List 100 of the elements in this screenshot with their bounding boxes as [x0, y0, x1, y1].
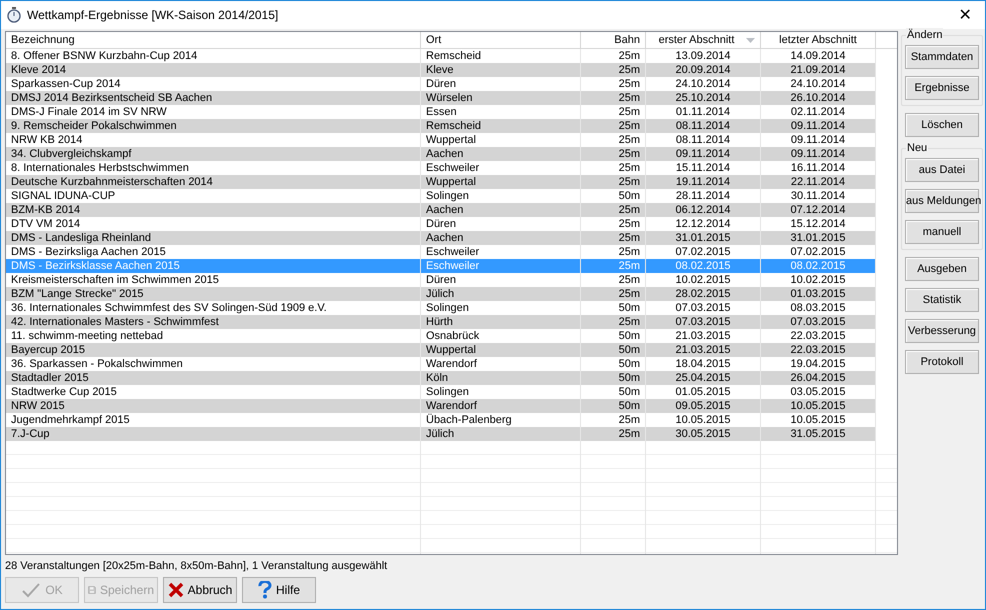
side-button[interactable]: Protokoll [905, 350, 979, 374]
footer-button[interactable]: Abbruch [163, 577, 237, 603]
table-cell: 25m [581, 91, 646, 105]
table-row[interactable]: Deutsche Kurzbahnmeisterschaften 2014 Wuppertal 25m 19.11.2014 22.11.2014 [6, 175, 897, 189]
side-button[interactable]: Statistik [905, 288, 979, 312]
side-button[interactable]: aus Meldungen [905, 189, 979, 213]
check-icon [21, 582, 42, 598]
table-cell: DMS - Bezirksklasse Aachen 2015 [6, 259, 421, 273]
table-cell: Jülich [421, 427, 581, 441]
table-cell: Eschweiler [421, 259, 581, 273]
table-cell: 07.12.2014 [761, 203, 876, 217]
table-row[interactable]: Stadtadler 2015 Köln 50m 25.04.2015 26.04.2015 [6, 371, 897, 385]
table-row[interactable]: NRW 2015 Warendorf 50m 09.05.2015 10.05.2015 [6, 399, 897, 413]
footer-button[interactable]: Hilfe [242, 577, 316, 603]
table-cell: 42. Internationales Masters - Schwimmfest [6, 315, 421, 329]
table-cell: 07.03.2015 [761, 315, 876, 329]
table-row[interactable]: 34. Clubvergleichskampf Aachen 25m 09.11.2014 09.11.2014 [6, 147, 897, 161]
side-button[interactable]: manuell [905, 220, 979, 244]
table-cell: 09.11.2014 [761, 147, 876, 161]
side-button[interactable]: aus Datei [905, 158, 979, 182]
status-text: 28 Veranstaltungen [20x25m-Bahn, 8x50m-Bahn], 1 Veranstaltung ausgewählt [5, 559, 388, 573]
table-cell: Aachen [421, 203, 581, 217]
table-cell: 08.02.2015 [646, 259, 761, 273]
table-cell: 25m [581, 259, 646, 273]
side-button[interactable]: Stammdaten [905, 45, 979, 69]
table-row[interactable]: 7.J-Cup Jülich 25m 30.05.2015 31.05.2015 [6, 427, 897, 441]
table-cell: 26.04.2015 [761, 371, 876, 385]
table-cell: Wuppertal [421, 175, 581, 189]
column-header[interactable]: Bahn [581, 32, 646, 49]
table-cell: BZM-KB 2014 [6, 203, 421, 217]
window-title: Wettkampf-Ergebnisse [WK-Saison 2014/2015] [27, 8, 280, 22]
table-row[interactable]: Bayercup 2015 Wuppertal 50m 21.03.2015 22.03.2015 [6, 343, 897, 357]
column-header[interactable]: letzter Abschnitt [761, 32, 876, 49]
table-cell: 09.11.2014 [761, 119, 876, 133]
table-cell: 34. Clubvergleichskampf [6, 147, 421, 161]
table-cell: Bayercup 2015 [6, 343, 421, 357]
table-cell: 10.05.2015 [761, 399, 876, 413]
table-row[interactable]: BZM-KB 2014 Aachen 25m 06.12.2014 07.12.2014 [6, 203, 897, 217]
table-cell: 25m [581, 119, 646, 133]
table-row[interactable]: 42. Internationales Masters - Schwimmfest Hürth 25m 07.03.2015 07.03.2015 [6, 315, 897, 329]
table-row[interactable]: DMSJ 2014 Bezirksentscheid SB Aachen Würselen 25m 25.10.2014 26.10.2014 [6, 91, 897, 105]
table-cell: 30.05.2015 [646, 427, 761, 441]
table-cell: Aachen [421, 231, 581, 245]
table-cell: Kleve 2014 [6, 63, 421, 77]
table-cell: 08.11.2014 [646, 119, 761, 133]
table-cell: 25.04.2015 [646, 371, 761, 385]
table-cell: 08.02.2015 [761, 259, 876, 273]
table-cell: Würselen [421, 91, 581, 105]
table-cell: Deutsche Kurzbahnmeisterschaften 2014 [6, 175, 421, 189]
table-cell: 31.01.2015 [646, 231, 761, 245]
table-cell: 06.12.2014 [646, 203, 761, 217]
column-header[interactable]: Ort [421, 32, 581, 49]
question-mark-icon [258, 581, 272, 599]
table-cell: 22.11.2014 [761, 175, 876, 189]
side-button[interactable]: Ergebnisse [905, 76, 979, 100]
table-cell: 25m [581, 147, 646, 161]
stopwatch-icon [7, 7, 21, 23]
column-header[interactable]: erster Abschnitt [646, 32, 761, 49]
table-cell: 07.03.2015 [646, 315, 761, 329]
table-cell: 25m [581, 315, 646, 329]
table-cell: 26.10.2014 [761, 91, 876, 105]
table-row[interactable]: 9. Remscheider Pokalschwimmen Remscheid 25m 08.11.2014 09.11.2014 [6, 119, 897, 133]
table-cell: Köln [421, 371, 581, 385]
side-button[interactable]: Ausgeben [905, 257, 979, 281]
table-row[interactable]: DMS - Landesliga Rheinland Aachen 25m 31.01.2015 31.01.2015 [6, 231, 897, 245]
side-button[interactable]: Löschen [905, 113, 979, 137]
table-cell: Remscheid [421, 119, 581, 133]
table-cell: 50m [581, 371, 646, 385]
table-cell: Kleve [421, 63, 581, 77]
table-cell: 25.10.2014 [646, 91, 761, 105]
table-cell: 31.01.2015 [761, 231, 876, 245]
table-cell: 21.09.2014 [761, 63, 876, 77]
table-cell: 25m [581, 427, 646, 441]
table-cell: 9. Remscheider Pokalschwimmen [6, 119, 421, 133]
side-button[interactable]: Verbesserung [905, 319, 979, 343]
table-row[interactable]: BZM "Lange Strecke" 2015 Jülich 25m 28.02.2015 01.03.2015 [6, 287, 897, 301]
table-cell: 19.11.2014 [646, 175, 761, 189]
close-button[interactable]: ✕ [951, 5, 979, 25]
column-header[interactable]: Bezeichnung [6, 32, 421, 49]
table-cell: 20.09.2014 [646, 63, 761, 77]
table-row[interactable]: Kleve 2014 Kleve 25m 20.09.2014 21.09.2014 [6, 63, 897, 77]
table-cell: DMS - Landesliga Rheinland [6, 231, 421, 245]
table-cell: 25m [581, 203, 646, 217]
table-cell: BZM "Lange Strecke" 2015 [6, 287, 421, 301]
table-cell: 25m [581, 175, 646, 189]
table-cell: DMSJ 2014 Bezirksentscheid SB Aachen [6, 91, 421, 105]
table-cell: 7.J-Cup [6, 427, 421, 441]
table-cell: Aachen [421, 147, 581, 161]
table-cell: 25m [581, 63, 646, 77]
sort-arrow-icon [746, 38, 755, 42]
table-cell: 50m [581, 399, 646, 413]
table-cell: Hürth [421, 315, 581, 329]
table-cell: 22.03.2015 [761, 343, 876, 357]
table-cell: 31.05.2015 [761, 427, 876, 441]
table-cell: Jülich [421, 287, 581, 301]
table-cell: 01.03.2015 [761, 287, 876, 301]
table-cell: Wuppertal [421, 343, 581, 357]
table-cell: 28.02.2015 [646, 287, 761, 301]
table-cell: 21.03.2015 [646, 343, 761, 357]
table-cell: NRW 2015 [6, 399, 421, 413]
